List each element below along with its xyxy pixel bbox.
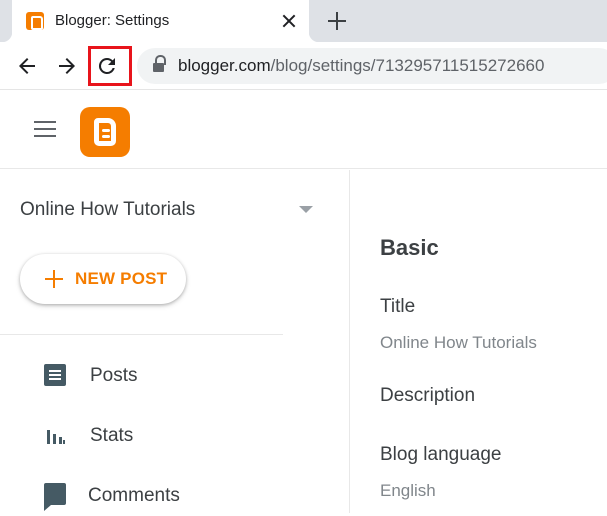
close-tab-icon[interactable] [279, 11, 299, 31]
browser-toolbar: blogger.com/blog/settings/71329571151527… [0, 42, 607, 90]
plus-icon [45, 270, 63, 288]
section-title: Basic [380, 235, 439, 260]
url-path: /blog/settings/713295711515272660 [270, 56, 545, 75]
lock-icon[interactable] [153, 55, 166, 73]
title-value[interactable]: Online How Tutorials [380, 333, 537, 353]
blog-selector[interactable]: Online How Tutorials [20, 199, 195, 221]
sidebar-item-label: Comments [88, 485, 180, 506]
posts-icon [44, 364, 66, 386]
dropdown-arrow-icon[interactable] [299, 206, 313, 213]
tab-strip: Blogger: Settings [0, 0, 607, 42]
sidebar-item-comments[interactable]: Comments [40, 476, 340, 516]
new-tab-icon[interactable] [327, 11, 347, 31]
url-text[interactable]: blogger.com/blog/settings/71329571151527… [178, 56, 544, 76]
address-bar[interactable]: blogger.com/blog/settings/71329571151527… [137, 48, 607, 84]
comments-icon [44, 483, 66, 511]
blog-language-value[interactable]: English [380, 481, 436, 501]
new-post-button[interactable]: NEW POST [20, 254, 186, 304]
blogger-favicon-icon [26, 12, 44, 30]
sidebar: Online How Tutorials NEW POST Posts Stat… [0, 170, 350, 513]
forward-arrow-icon[interactable] [55, 54, 79, 78]
tab-title: Blogger: Settings [55, 12, 170, 29]
stats-icon [44, 424, 66, 446]
url-host: blogger.com [178, 56, 271, 75]
browser-tab[interactable]: Blogger: Settings [2, 0, 319, 42]
sidebar-item-posts[interactable]: Posts [40, 356, 340, 396]
back-arrow-icon[interactable] [15, 54, 39, 78]
sidebar-item-label: Stats [90, 425, 134, 446]
description-label[interactable]: Description [380, 385, 475, 407]
app-header [0, 91, 607, 169]
reload-icon[interactable] [95, 54, 119, 78]
settings-panel: Basic Title Online How Tutorials Descrip… [351, 170, 607, 513]
sidebar-item-stats[interactable]: Stats [40, 416, 340, 456]
title-label[interactable]: Title [380, 296, 415, 318]
blog-language-label[interactable]: Blog language [380, 444, 502, 466]
blogger-logo-icon[interactable] [80, 107, 130, 157]
sidebar-item-label: Posts [90, 365, 138, 386]
menu-icon[interactable] [34, 121, 56, 137]
new-post-label: NEW POST [75, 269, 168, 288]
sidebar-divider [0, 334, 283, 335]
